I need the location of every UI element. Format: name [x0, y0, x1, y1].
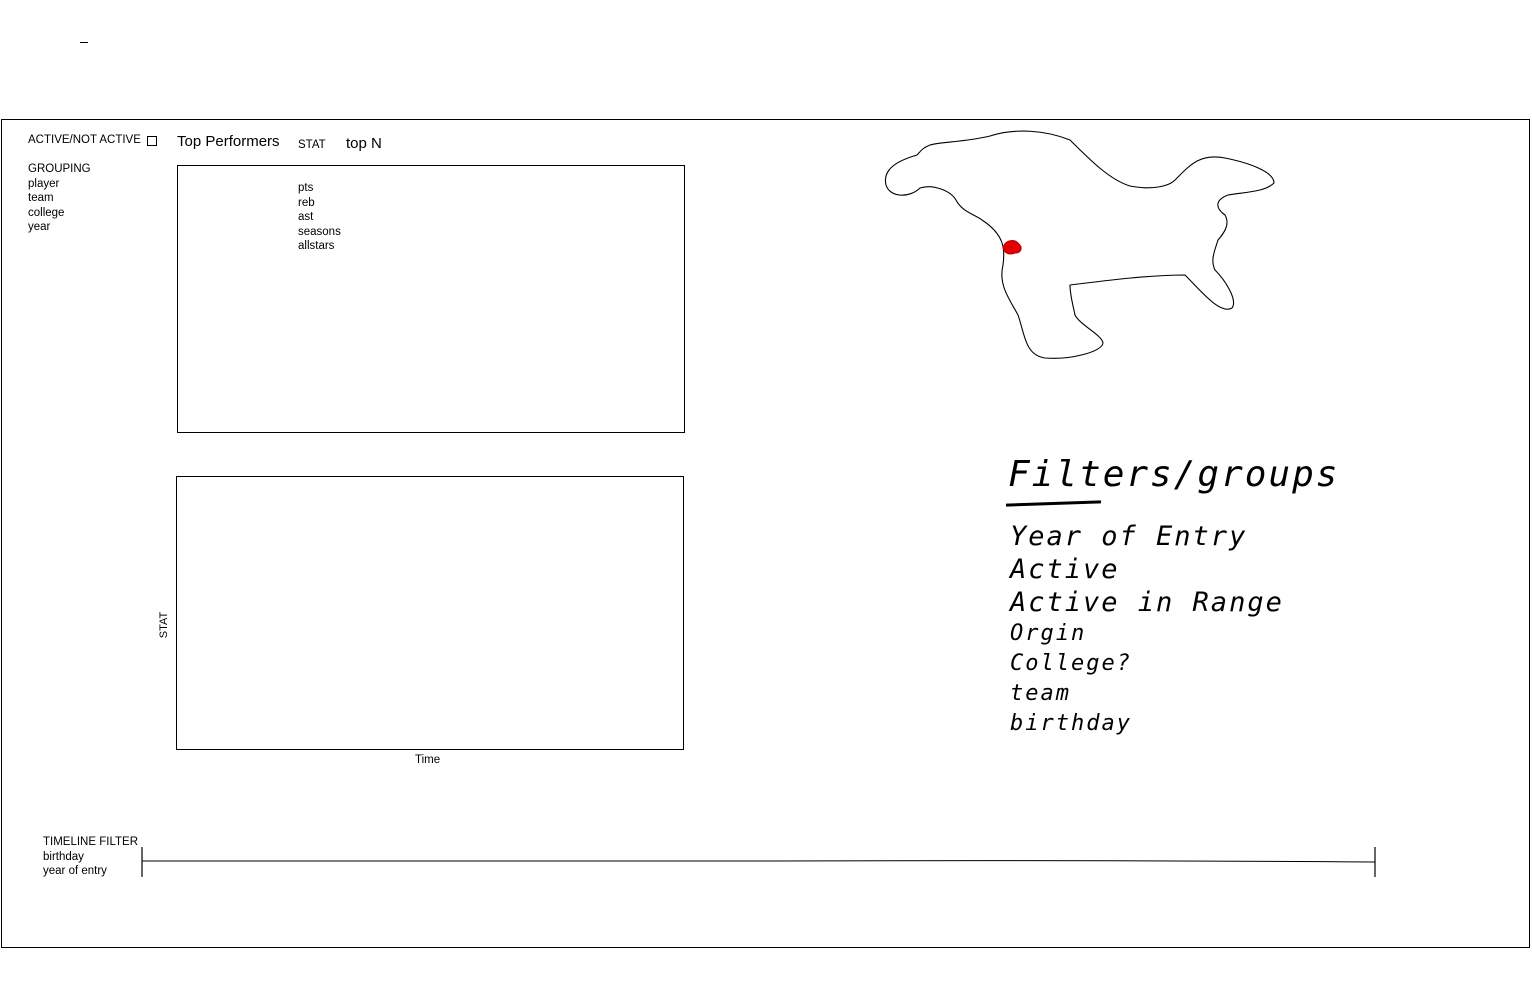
note-item: Active in Range [1010, 587, 1284, 618]
stat-selector[interactable]: STAT [298, 139, 326, 151]
stat-option-allstars[interactable]: allstars [298, 239, 341, 254]
timeline-track [141, 860, 1376, 863]
timeline-filter-panel: TIMELINE FILTER birthday year of entry [43, 835, 138, 879]
map-outline [884, 130, 1275, 359]
note-item: Active [1010, 554, 1120, 585]
top-performers-panel [177, 165, 685, 433]
active-toggle[interactable]: ACTIVE/NOT ACTIVE [28, 133, 157, 148]
active-checkbox[interactable] [146, 135, 157, 146]
chart-x-axis-label: Time [415, 754, 441, 766]
note-item: team [1010, 681, 1071, 706]
grouping-option-year[interactable]: year [28, 220, 91, 235]
stat-over-time-chart [176, 476, 684, 750]
timeline-option-birthday[interactable]: birthday [43, 850, 138, 865]
grouping-option-team[interactable]: team [28, 191, 91, 206]
chart-y-axis-label: STAT [158, 611, 170, 639]
note-item: birthday [1010, 711, 1132, 736]
grouping-option-player[interactable]: player [28, 177, 91, 192]
top-performers-title: Top Performers [177, 133, 280, 150]
timeline-option-year-of-entry[interactable]: year of entry [43, 864, 138, 879]
timeline-slider[interactable] [130, 840, 1390, 890]
active-toggle-label: ACTIVE/NOT ACTIVE [28, 134, 141, 146]
note-item: Orgin [1010, 621, 1087, 646]
map-marker[interactable] [1002, 240, 1022, 255]
notes-title: Filters/groups [1008, 454, 1340, 495]
grouping-option-college[interactable]: college [28, 206, 91, 221]
grouping-heading: GROUPING [28, 163, 91, 175]
stat-option-seasons[interactable]: seasons [298, 225, 341, 240]
top-n-selector[interactable]: top N [346, 135, 382, 152]
stat-option-pts[interactable]: pts [298, 181, 341, 196]
stray-mark [80, 42, 88, 43]
timeline-filter-heading: TIMELINE FILTER [43, 836, 138, 848]
stat-dropdown-list: pts reb ast seasons allstars [298, 181, 341, 254]
stat-option-ast[interactable]: ast [298, 210, 341, 225]
stat-option-reb[interactable]: reb [298, 196, 341, 211]
note-item: Year of Entry [1010, 521, 1248, 552]
notes-list: Year of Entry Active Active in Range Org… [1010, 520, 1284, 739]
note-item: College? [1010, 651, 1132, 676]
us-map-sketch[interactable] [870, 120, 1290, 370]
grouping-panel: GROUPING player team college year [28, 162, 91, 235]
